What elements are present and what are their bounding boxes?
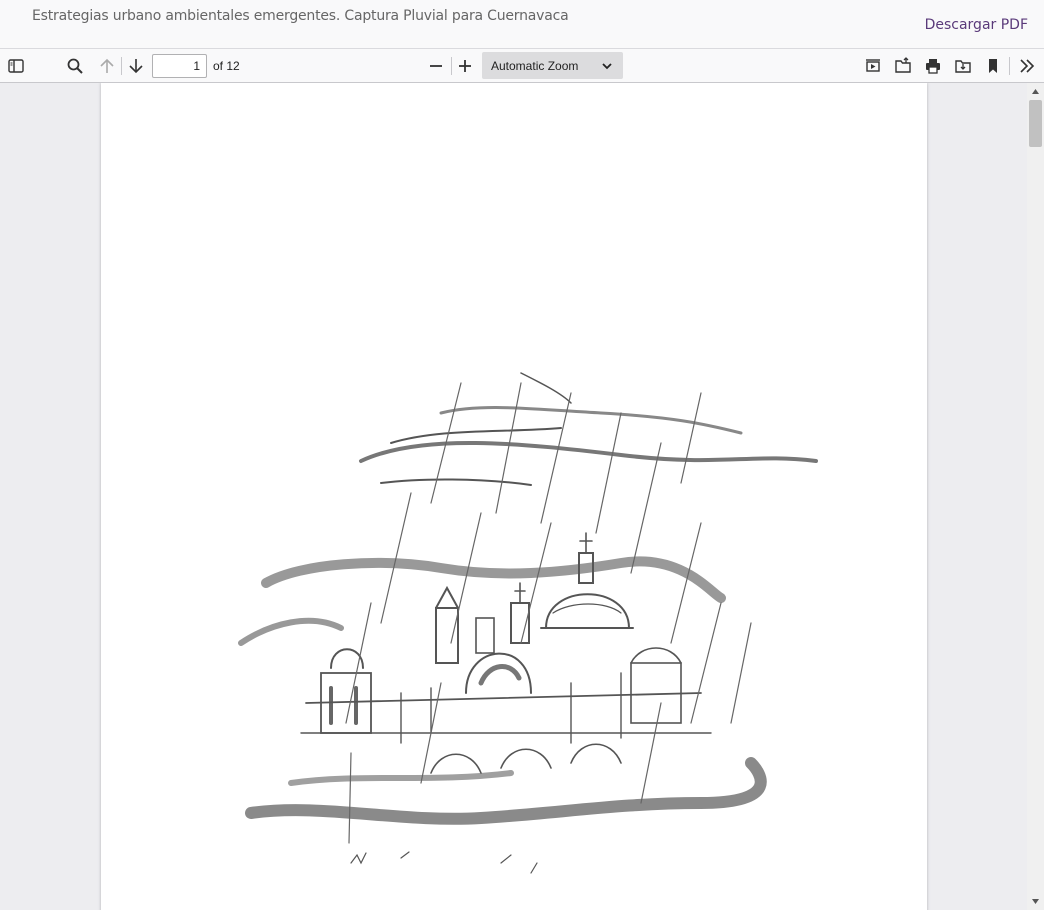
zoom-select[interactable]: Automatic Zoom — [482, 52, 623, 79]
arrow-down-icon — [129, 59, 143, 74]
print-icon — [926, 59, 940, 74]
cathedral-rain-sketch — [238, 372, 818, 874]
zoom-out-button[interactable] — [423, 53, 449, 79]
bookmark-icon — [989, 59, 997, 73]
presentation-mode-button[interactable] — [860, 53, 886, 79]
search-icon — [67, 58, 83, 74]
document-title: Estrategias urbano ambientales emergente… — [32, 8, 569, 24]
download-pdf-link[interactable]: Descargar PDF — [925, 17, 1028, 33]
save-icon — [955, 60, 971, 73]
page-number-input[interactable] — [152, 54, 207, 78]
toolbar-separator — [1009, 57, 1010, 75]
zoom-select-value: Automatic Zoom — [491, 59, 579, 73]
search-button[interactable] — [62, 53, 88, 79]
save-button[interactable] — [950, 53, 976, 79]
sidebar-toggle-button[interactable] — [3, 53, 29, 79]
next-page-button[interactable] — [123, 53, 149, 79]
scroll-down-arrow-icon[interactable] — [1031, 897, 1040, 906]
toolbar-separator — [121, 57, 122, 75]
plus-icon — [459, 60, 471, 72]
minus-icon — [430, 65, 442, 67]
vertical-scrollbar[interactable] — [1027, 83, 1044, 910]
sidebar-toggle-icon — [8, 59, 24, 73]
bookmark-button[interactable] — [980, 53, 1006, 79]
pdf-page — [101, 83, 927, 910]
previous-page-button[interactable] — [94, 53, 120, 79]
arrow-up-icon — [100, 58, 114, 73]
document-header: Estrategias urbano ambientales emergente… — [0, 0, 1044, 49]
presentation-icon — [866, 59, 880, 72]
page-count-label: of 12 — [213, 59, 240, 73]
zoom-in-button[interactable] — [452, 53, 478, 79]
chevron-down-icon — [602, 63, 612, 70]
scrollbar-thumb[interactable] — [1029, 100, 1042, 147]
scroll-up-arrow-icon[interactable] — [1031, 87, 1040, 96]
double-chevron-right-icon — [1020, 59, 1035, 73]
pdf-toolbar: of 12 Automatic Zoom — [0, 49, 1044, 83]
print-button[interactable] — [920, 53, 946, 79]
tools-menu-button[interactable] — [1014, 53, 1040, 79]
pdf-viewer-container[interactable] — [0, 83, 1044, 910]
open-file-button[interactable] — [890, 53, 916, 79]
open-file-icon — [895, 57, 911, 73]
